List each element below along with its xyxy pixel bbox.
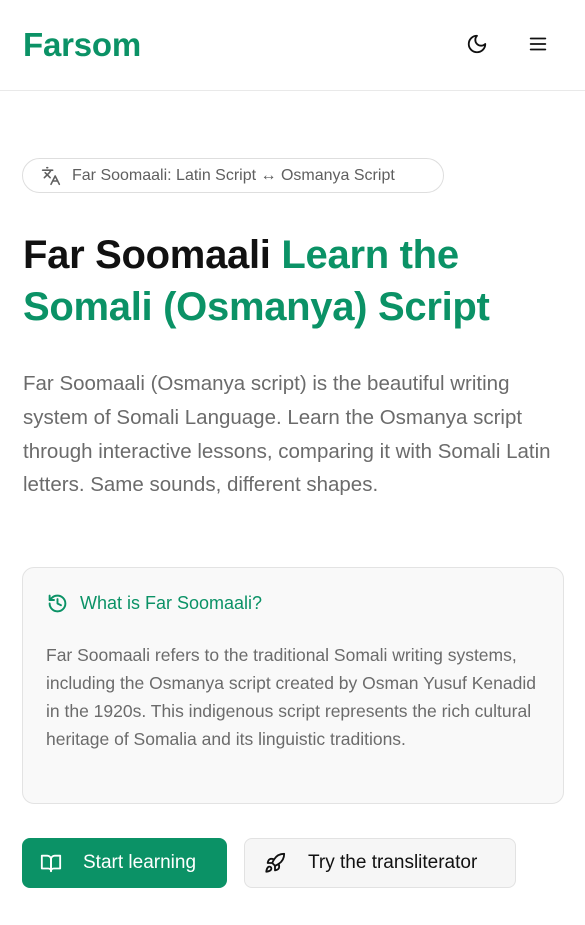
info-card-header: What is Far Soomaali? — [46, 592, 262, 614]
intro-paragraph: Far Soomaali (Osmanya script) is the bea… — [23, 372, 551, 497]
logo[interactable]: Farsom — [23, 25, 141, 65]
info-card-title: What is Far Soomaali? — [80, 592, 263, 613]
moon-icon — [467, 34, 487, 54]
page-title-dark: Far Soomaali — [23, 233, 271, 277]
start-learning-label: Start learning — [83, 852, 197, 873]
menu-button[interactable] — [524, 30, 552, 58]
rocket-icon — [263, 851, 287, 875]
info-card: What is Far Soomaali? Far Soomaali refer… — [22, 567, 564, 804]
try-transliterator-button[interactable]: Try the transliterator — [244, 838, 516, 888]
theme-toggle-button[interactable] — [463, 30, 491, 58]
book-open-icon — [39, 851, 63, 875]
info-card-body: Far Soomaali refers to the traditional S… — [46, 645, 536, 749]
translate-icon — [40, 165, 62, 187]
page-title: Far Soomaali Learn the Somali (Osmanya) … — [23, 229, 563, 333]
start-learning-button[interactable]: Start learning — [22, 838, 227, 888]
history-icon — [46, 592, 68, 614]
script-badge: Far Soomaali: Latin Script ↔ Osmanya Scr… — [22, 158, 444, 193]
site-header: Farsom — [0, 0, 585, 91]
hamburger-menu-icon — [529, 37, 547, 51]
try-transliterator-label: Try the transliterator — [308, 852, 478, 873]
badge-label: Far Soomaali: Latin Script ↔ Osmanya Scr… — [72, 166, 395, 184]
